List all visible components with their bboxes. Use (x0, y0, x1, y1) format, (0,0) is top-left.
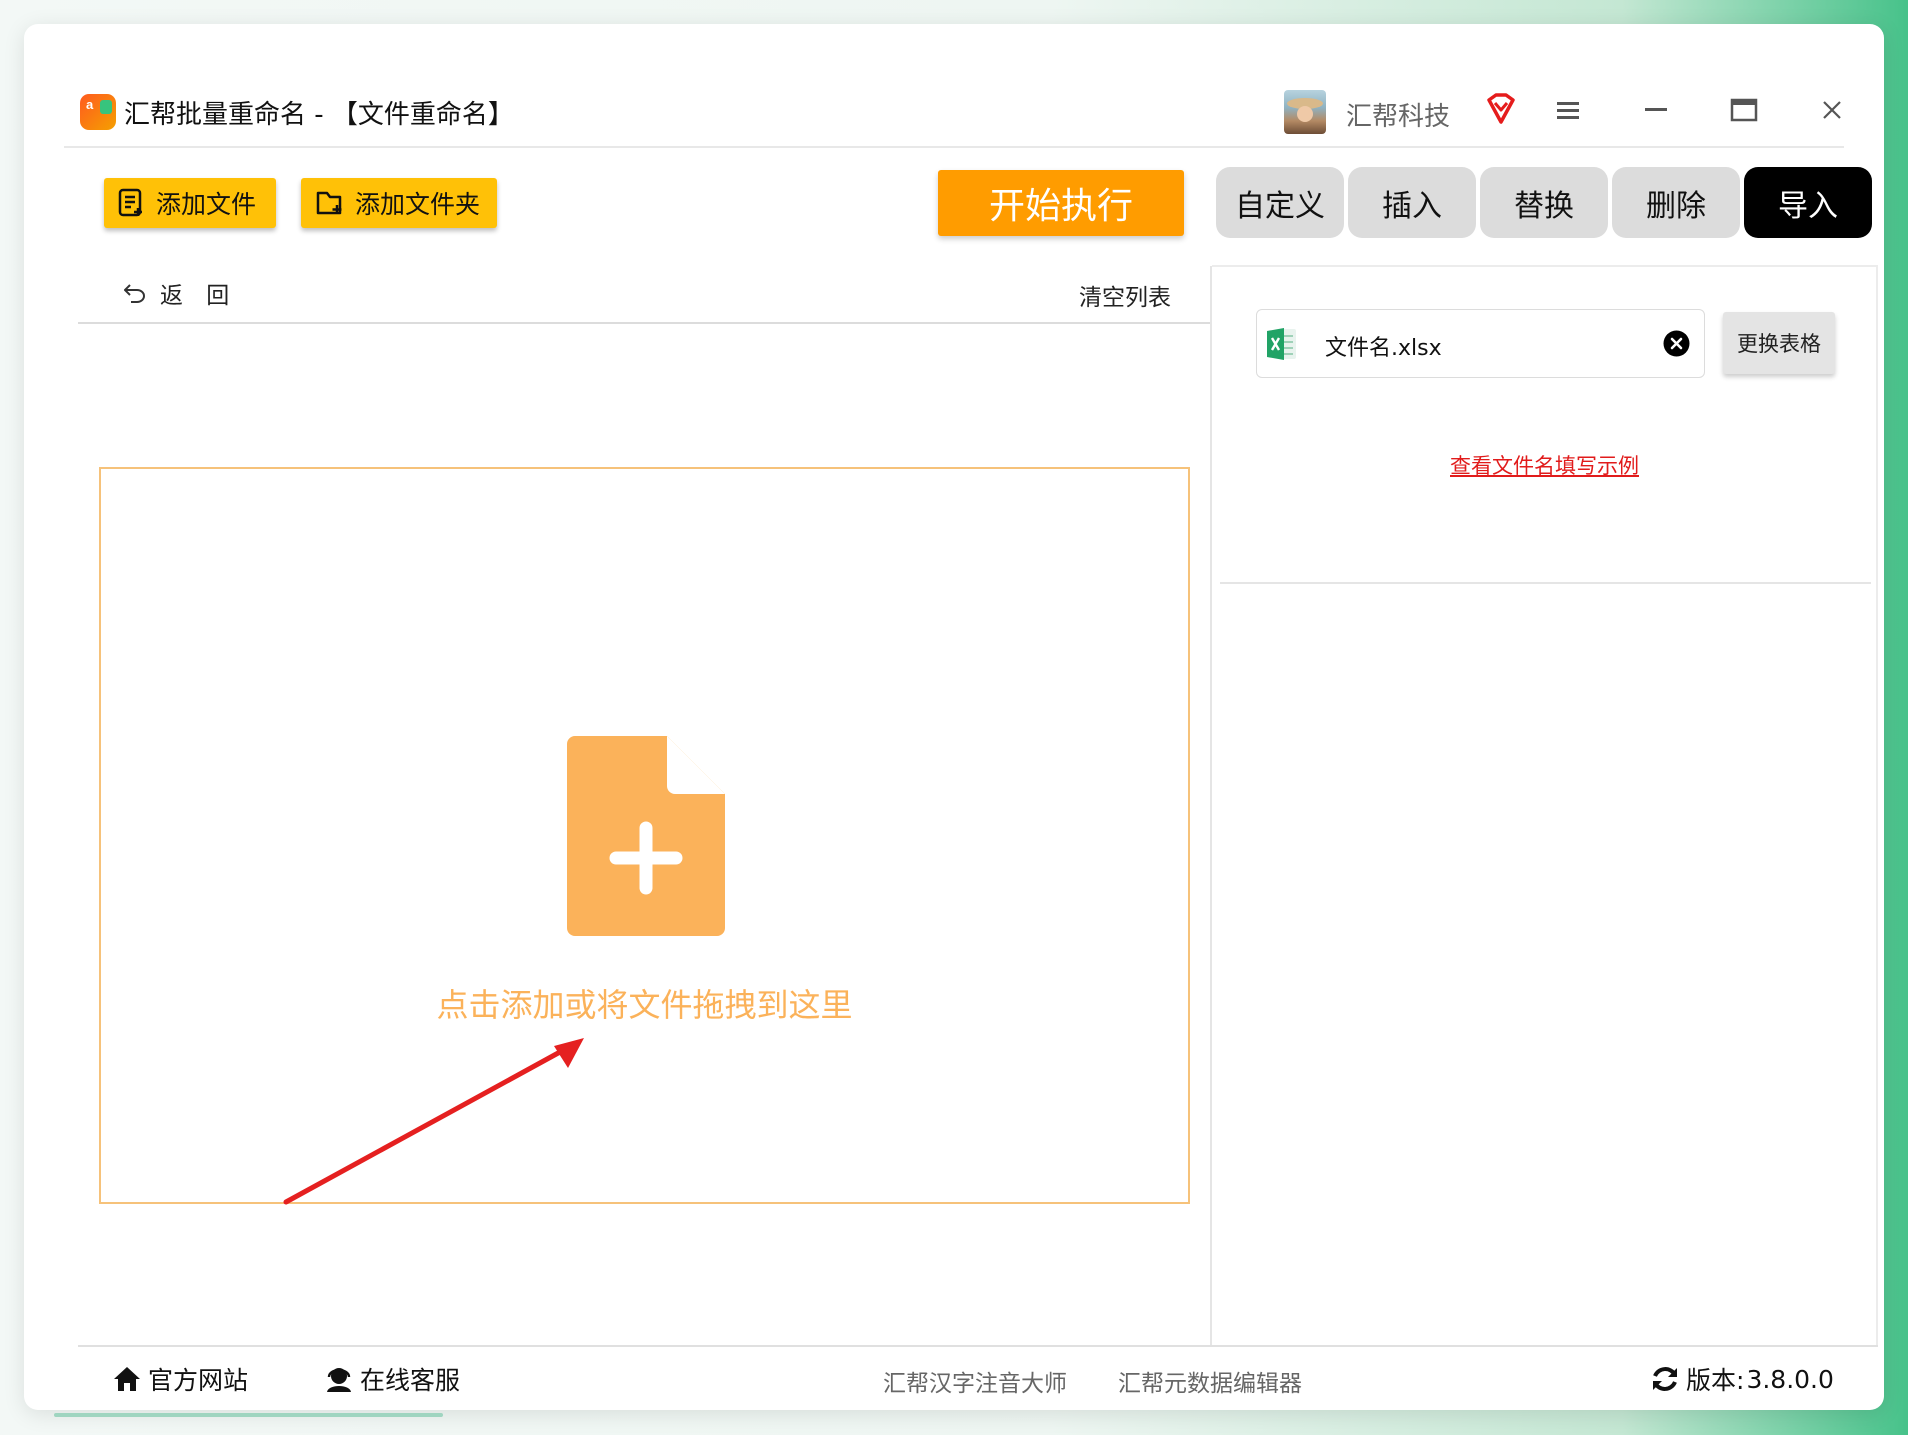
file-list-icon (118, 188, 142, 217)
pinyin-app-link[interactable]: 汇帮汉字注音大师 (883, 1364, 1067, 1398)
tab-custom[interactable]: 自定义 (1216, 167, 1344, 238)
tab-import[interactable]: 导入 (1744, 167, 1872, 238)
back-arrow-icon (124, 284, 145, 303)
close-icon[interactable] (1806, 86, 1858, 134)
refresh-icon[interactable] (1650, 1364, 1680, 1394)
user-name[interactable]: 汇帮科技 (1346, 96, 1450, 133)
home-icon (114, 1367, 140, 1391)
right-panel-border (1212, 265, 1878, 267)
vip-diamond-icon[interactable] (1484, 92, 1518, 126)
title-bar: a 汇帮批量重命名 - 【文件重命名】 汇帮科技 (64, 64, 1844, 148)
maximize-icon[interactable] (1718, 86, 1770, 134)
back-button[interactable]: 返 回 (122, 276, 237, 310)
official-site-label: 官方网站 (148, 1366, 249, 1395)
tab-replace[interactable]: 替换 (1480, 167, 1608, 238)
add-folder-label: 添加文件夹 (355, 190, 481, 219)
drop-hint-text: 点击添加或将文件拖拽到这里 (436, 986, 853, 1024)
remove-file-icon[interactable] (1663, 330, 1690, 357)
customer-service-icon (327, 1368, 351, 1392)
table-file-name: 文件名.xlsx (1325, 336, 1442, 361)
panel-divider (1210, 266, 1212, 1346)
window-title: 汇帮批量重命名 - 【文件重命名】 (124, 100, 514, 130)
minimize-icon[interactable] (1630, 86, 1682, 134)
avatar[interactable] (1284, 90, 1326, 134)
back-label: 返 回 (160, 283, 238, 309)
file-list-header: 返 回 清空列表 (78, 264, 1211, 324)
tab-delete[interactable]: 删除 (1612, 167, 1740, 238)
scrollbar[interactable] (54, 1413, 443, 1417)
add-file-label: 添加文件 (156, 190, 257, 219)
right-panel-border-right (1876, 265, 1878, 1346)
folder-add-icon (316, 191, 342, 215)
file-drop-zone[interactable]: 点击添加或将文件拖拽到这里 (99, 467, 1190, 1204)
metadata-app-link[interactable]: 汇帮元数据编辑器 (1118, 1364, 1302, 1398)
right-panel-separator (1220, 582, 1871, 584)
menu-icon[interactable] (1542, 86, 1594, 134)
status-bar: 官方网站 在线客服 汇帮汉字注音大师 汇帮元数据编辑器 版本: 3.8.0.0 (78, 1345, 1878, 1411)
replace-table-button[interactable]: 更换表格 (1723, 312, 1835, 374)
app-logo-icon: a (80, 94, 116, 130)
version-label: 版本: (1686, 1366, 1745, 1395)
version-value: 3.8.0.0 (1746, 1364, 1834, 1394)
red-arrow-icon (283, 1038, 584, 1205)
add-file-button[interactable]: 添加文件 (104, 178, 276, 228)
version-info: 版本: 3.8.0.0 (1650, 1361, 1834, 1397)
online-service-label: 在线客服 (360, 1366, 461, 1395)
app-window: a 汇帮批量重命名 - 【文件重命名】 汇帮科技 添加文件 添加文件夹 开始执行… (24, 24, 1884, 1410)
start-button[interactable]: 开始执行 (938, 170, 1184, 236)
add-file-icon (567, 736, 725, 936)
clear-list-button[interactable]: 清空列表 (1079, 278, 1171, 312)
online-service-link[interactable]: 在线客服 (324, 1361, 460, 1397)
add-folder-button[interactable]: 添加文件夹 (301, 178, 497, 228)
example-link[interactable]: 查看文件名填写示例 (1450, 450, 1639, 480)
excel-file-icon (1267, 328, 1296, 360)
official-site-link[interactable]: 官方网站 (112, 1361, 248, 1397)
tab-insert[interactable]: 插入 (1348, 167, 1476, 238)
selected-table-file: 文件名.xlsx (1256, 309, 1705, 378)
